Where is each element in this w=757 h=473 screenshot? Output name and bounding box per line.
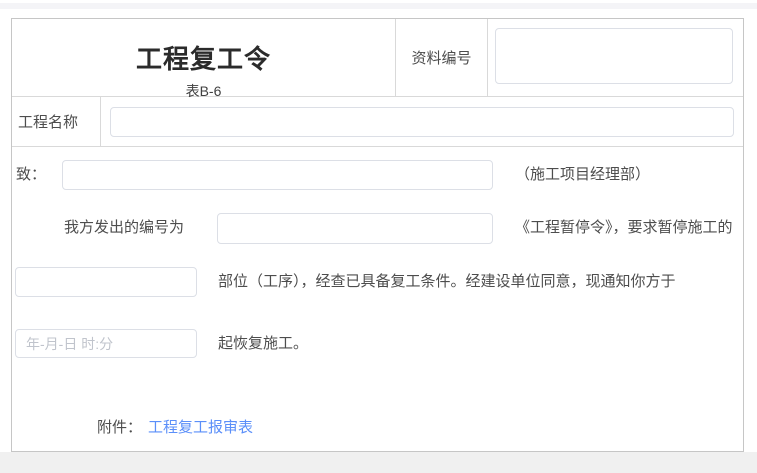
resume-suffix-text: 起恢复施工。 <box>218 329 308 359</box>
resume-datetime-input[interactable] <box>15 329 197 358</box>
doc-number-label: 资料编号 <box>396 19 487 96</box>
name-cell-divider <box>100 97 101 146</box>
to-recipient-input[interactable] <box>62 160 493 190</box>
page-background-bottom <box>0 452 757 473</box>
to-suffix-text: （施工项目经理部） <box>515 160 650 190</box>
name-row-divider <box>12 146 743 147</box>
attachment-row: 附件： 工程复工报审表 <box>97 413 253 443</box>
docno-cell-divider <box>487 19 488 96</box>
form-title: 工程复工令 <box>12 45 395 73</box>
project-name-input[interactable] <box>110 107 734 137</box>
attachment-link[interactable]: 工程复工报审表 <box>148 419 253 436</box>
top-divider-strip <box>0 3 757 9</box>
to-label: 致： <box>16 160 46 190</box>
project-name-label: 工程名称 <box>18 97 78 146</box>
attachment-label: 附件： <box>97 419 142 436</box>
issued-number-prefix-text: 我方发出的编号为 <box>64 213 184 243</box>
resumption-order-form: 工程复工令 表B-6 资料编号 工程名称 致： （施工项目经理部） 我方发出的编… <box>11 18 744 452</box>
issued-number-suffix-text: 《工程暂停令》，要求暂停施工的 <box>515 213 733 243</box>
work-part-input[interactable] <box>15 267 197 297</box>
doc-number-input[interactable] <box>495 28 733 84</box>
issued-number-input[interactable] <box>217 213 493 244</box>
work-part-suffix-text: 部位（工序），经查已具备复工条件。经建设单位同意，现通知你方于 <box>218 267 676 297</box>
